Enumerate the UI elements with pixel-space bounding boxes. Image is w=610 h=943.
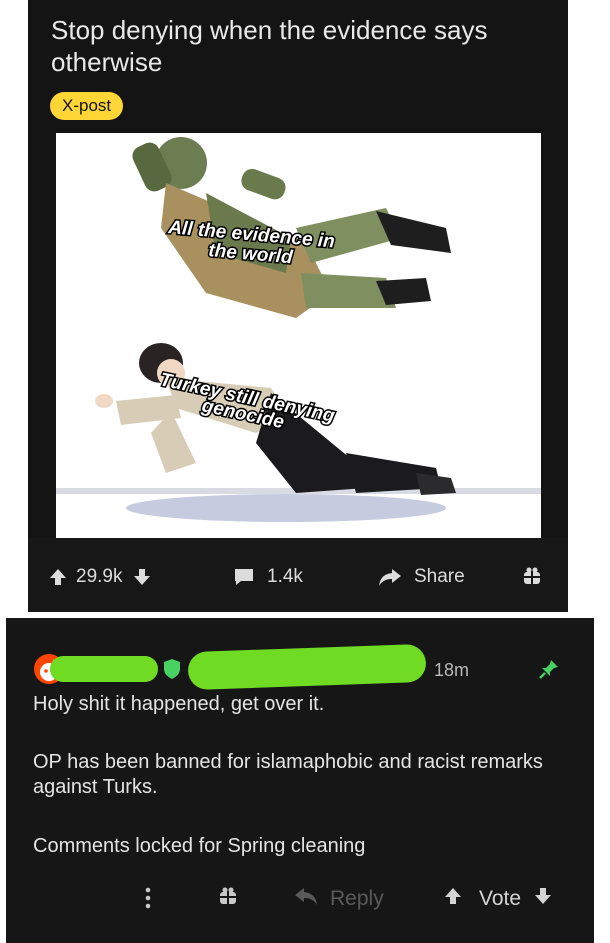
share-button[interactable]: Share [378,566,465,588]
meme-illustration: All the evidence in the world Turkey sti… [56,137,541,522]
comment-vote-group: Vote [443,886,553,912]
vote-label: Vote [479,887,522,910]
redacted-flair [187,643,427,691]
award-icon [522,566,542,586]
post-title[interactable]: Stop denying when the evidence says othe… [51,14,551,78]
comment-body-line1: Holy shit it happened, get over it. [33,693,325,715]
reply-label: Reply [330,887,384,910]
shield-icon [163,658,181,685]
comment-action-bar: Reply Vote [6,886,594,926]
post-image[interactable]: All the evidence in the world Turkey sti… [56,133,541,538]
upvote-icon[interactable] [48,567,68,587]
vote-group: 29.9k [48,566,152,588]
award-button[interactable] [522,566,542,586]
upvote-count: 29.9k [76,566,123,587]
pin-icon [538,658,560,685]
redacted-username [50,656,158,682]
more-icon[interactable] [144,886,152,910]
reply-button[interactable]: Reply [294,886,384,912]
comment-award-icon[interactable] [218,886,238,906]
share-label: Share [414,566,465,587]
comment-body-line3: Comments locked for Spring cleaning [33,835,366,857]
post-card: Stop denying when the evidence says othe… [28,0,568,612]
comment-timestamp: 18m [434,660,470,680]
comments-button[interactable]: 1.4k [233,566,303,588]
comment-downvote-icon[interactable] [533,886,553,912]
post-flair[interactable]: X-post [50,92,124,120]
comment-body-line2: OP has been banned for islamaphobic and … [33,751,543,798]
comment-card: 18m Holy shit it happened, get over it. … [6,618,594,943]
comment-upvote-icon[interactable] [443,886,463,912]
reply-icon [294,886,318,912]
post-action-bar: 29.9k 1.4k Share [28,538,568,612]
downvote-icon[interactable] [132,567,152,587]
comment-count: 1.4k [267,566,303,587]
share-icon [378,567,402,587]
comment-icon [233,567,255,587]
